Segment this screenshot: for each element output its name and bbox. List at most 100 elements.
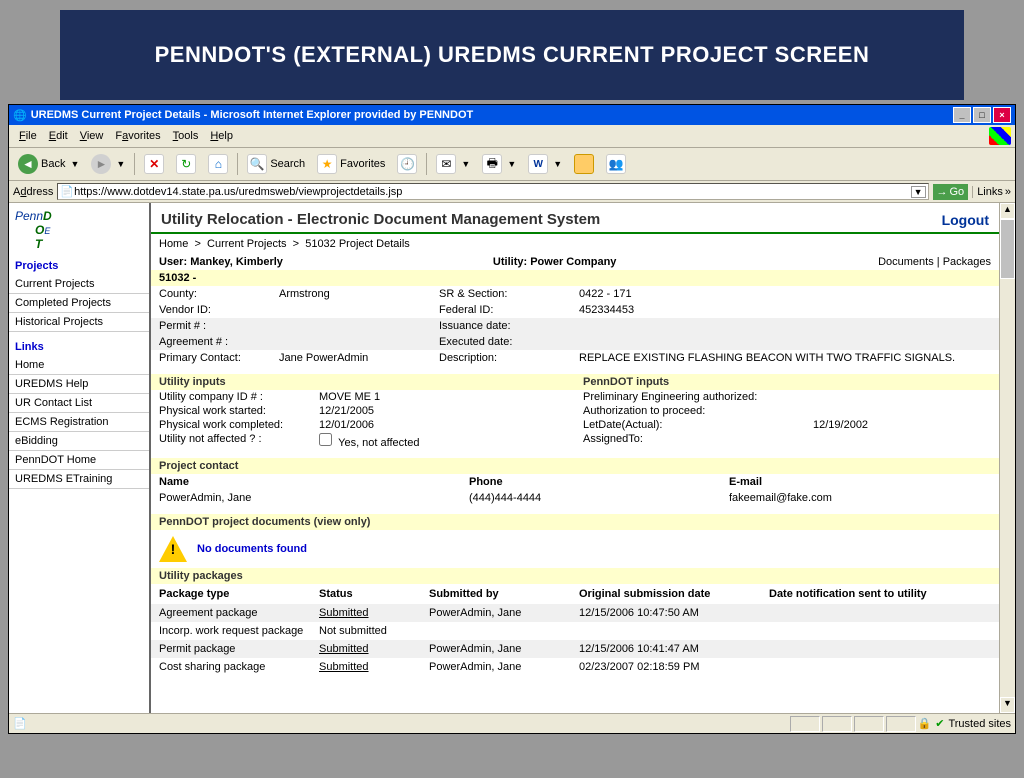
auth-label: Authorization to proceed: — [583, 405, 813, 417]
agree-label: Agreement # : — [151, 334, 271, 350]
contact-email: fakeemail@fake.com — [729, 492, 832, 504]
sr-label: SR & Section: — [431, 286, 571, 302]
go-button[interactable]: →Go — [933, 184, 969, 200]
breadcrumb-current[interactable]: Current Projects — [207, 238, 286, 250]
county-value: Armstrong — [271, 286, 431, 302]
pkg-status-link[interactable]: Submitted — [319, 607, 369, 619]
folder-button[interactable] — [569, 151, 599, 177]
sidebar-item-penndot-home[interactable]: PennDOT Home — [9, 451, 149, 470]
menu-view[interactable]: View — [74, 128, 110, 144]
favorites-button[interactable]: ★Favorites — [312, 151, 390, 177]
sr-value: 0422 - 171 — [571, 286, 999, 302]
sidebar-item-uredms-help[interactable]: UREDMS Help — [9, 375, 149, 394]
address-input[interactable] — [74, 186, 909, 198]
mail-button[interactable]: ✉▼ — [431, 151, 475, 177]
completed-label: Physical work completed: — [159, 419, 319, 431]
assigned-label: AssignedTo: — [583, 433, 813, 445]
history-button[interactable]: 🕘 — [392, 151, 422, 177]
scroll-thumb[interactable] — [1000, 219, 1015, 279]
started-value: 12/21/2005 — [319, 405, 374, 417]
maximize-button[interactable]: □ — [973, 107, 991, 123]
sidebar-item-ecms-registration[interactable]: ECMS Registration — [9, 413, 149, 432]
close-button[interactable]: × — [993, 107, 1011, 123]
sidebar-item-ur-contact-list[interactable]: UR Contact List — [9, 394, 149, 413]
sidebar-item-completed-projects[interactable]: Completed Projects — [9, 294, 149, 313]
logo: PennD OE T — [9, 203, 149, 257]
desc-label: Description: — [431, 350, 571, 366]
forward-button[interactable]: ►▼ — [86, 151, 130, 177]
packages-link[interactable]: Packages — [943, 256, 991, 268]
sidebar-item-historical-projects[interactable]: Historical Projects — [9, 313, 149, 332]
sidebar-projects-title: Projects — [9, 257, 149, 275]
check-icon: ✔ — [935, 717, 944, 730]
permit-label: Permit # : — [151, 318, 271, 334]
documents-link[interactable]: Documents — [878, 256, 934, 268]
scroll-down-arrow[interactable]: ▼ — [1000, 697, 1015, 713]
word-button[interactable]: W▼ — [523, 151, 567, 177]
primary-label: Primary Contact: — [151, 350, 271, 366]
messenger-button[interactable]: 👥 — [601, 151, 631, 177]
table-row: Permit package Submitted PowerAdmin, Jan… — [151, 640, 999, 658]
desc-value: REPLACE EXISTING FLASHING BEACON WITH TW… — [571, 350, 999, 366]
search-button[interactable]: 🔍Search — [242, 151, 310, 177]
page-icon: 📄 — [60, 185, 74, 198]
pkg-col-by: Submitted by — [429, 586, 579, 602]
home-button[interactable]: ⌂ — [203, 151, 233, 177]
stop-button[interactable]: ✕ — [139, 151, 169, 177]
menu-help[interactable]: Help — [204, 128, 239, 144]
not-affected-label: Utility not affected ? : — [159, 433, 319, 449]
links-button[interactable]: Links» — [972, 186, 1011, 198]
utility-inputs-header: Utility inputs — [151, 374, 575, 390]
sidebar-item-current-projects[interactable]: Current Projects — [9, 275, 149, 294]
vendor-value — [271, 302, 431, 318]
started-label: Physical work started: — [159, 405, 319, 417]
toolbar: ◄Back▼ ►▼ ✕ ↻ ⌂ 🔍Search ★Favorites 🕘 ✉▼ … — [9, 148, 1015, 181]
sidebar-item-uredms-etraining[interactable]: UREDMS ETraining — [9, 470, 149, 489]
menu-favorites[interactable]: Favorites — [109, 128, 166, 144]
primary-value: Jane PowerAdmin — [271, 350, 431, 366]
not-affected-checkbox[interactable] — [319, 433, 332, 446]
contact-name-header: Name — [159, 476, 469, 488]
table-row: Incorp. work request package Not submitt… — [151, 622, 999, 640]
breadcrumb-home[interactable]: Home — [159, 238, 188, 250]
menu-edit[interactable]: Edit — [43, 128, 74, 144]
title-bar: 🌐 UREDMS Current Project Details - Micro… — [9, 105, 1015, 125]
utility-label: Utility: Power Company — [493, 256, 616, 268]
address-dropdown[interactable]: ▼ — [911, 186, 926, 198]
issue-label: Issuance date: — [431, 318, 571, 334]
contact-phone: (444)444-4444 — [469, 492, 729, 504]
status-page-icon: 📄 — [13, 717, 27, 730]
minimize-button[interactable]: _ — [953, 107, 971, 123]
pkg-col-orig: Original submission date — [579, 586, 769, 602]
lock-icon: 🔒 — [918, 717, 932, 730]
contact-header: Project contact — [151, 458, 999, 474]
sidebar-item-home[interactable]: Home — [9, 356, 149, 375]
vertical-scrollbar[interactable]: ▲ ▼ — [999, 203, 1015, 713]
not-affected-value: Yes, not affected — [319, 433, 419, 449]
windows-flag-icon — [989, 127, 1011, 145]
completed-value: 12/01/2006 — [319, 419, 374, 431]
scroll-up-arrow[interactable]: ▲ — [1000, 203, 1015, 219]
back-button[interactable]: ◄Back▼ — [13, 151, 84, 177]
prelim-label: Preliminary Engineering authorized: — [583, 391, 813, 403]
ie-icon: 🌐 — [13, 109, 27, 122]
pkg-col-status: Status — [319, 586, 429, 602]
sidebar: PennD OE T Projects Current Projects Com… — [9, 203, 151, 713]
warning-icon: ! — [159, 536, 187, 562]
breadcrumb: Home > Current Projects > 51032 Project … — [151, 234, 999, 254]
table-row: Cost sharing package Submitted PowerAdmi… — [151, 658, 999, 676]
pkg-status-link[interactable]: Submitted — [319, 661, 369, 673]
refresh-button[interactable]: ↻ — [171, 151, 201, 177]
status-bar: 📄 🔒✔Trusted sites — [9, 713, 1015, 733]
penndot-inputs-header: PennDOT inputs — [575, 374, 999, 390]
sidebar-item-ebidding[interactable]: eBidding — [9, 432, 149, 451]
company-id-label: Utility company ID # : — [159, 391, 319, 403]
menu-tools[interactable]: Tools — [167, 128, 205, 144]
county-label: County: — [151, 286, 271, 302]
packages-header: Utility packages — [151, 568, 999, 584]
logout-link[interactable]: Logout — [942, 212, 989, 228]
print-button[interactable]: 🖶▼ — [477, 151, 521, 177]
pkg-status-link[interactable]: Submitted — [319, 643, 369, 655]
user-label: User: Mankey, Kimberly — [159, 256, 283, 268]
menu-file[interactable]: File — [13, 128, 43, 144]
